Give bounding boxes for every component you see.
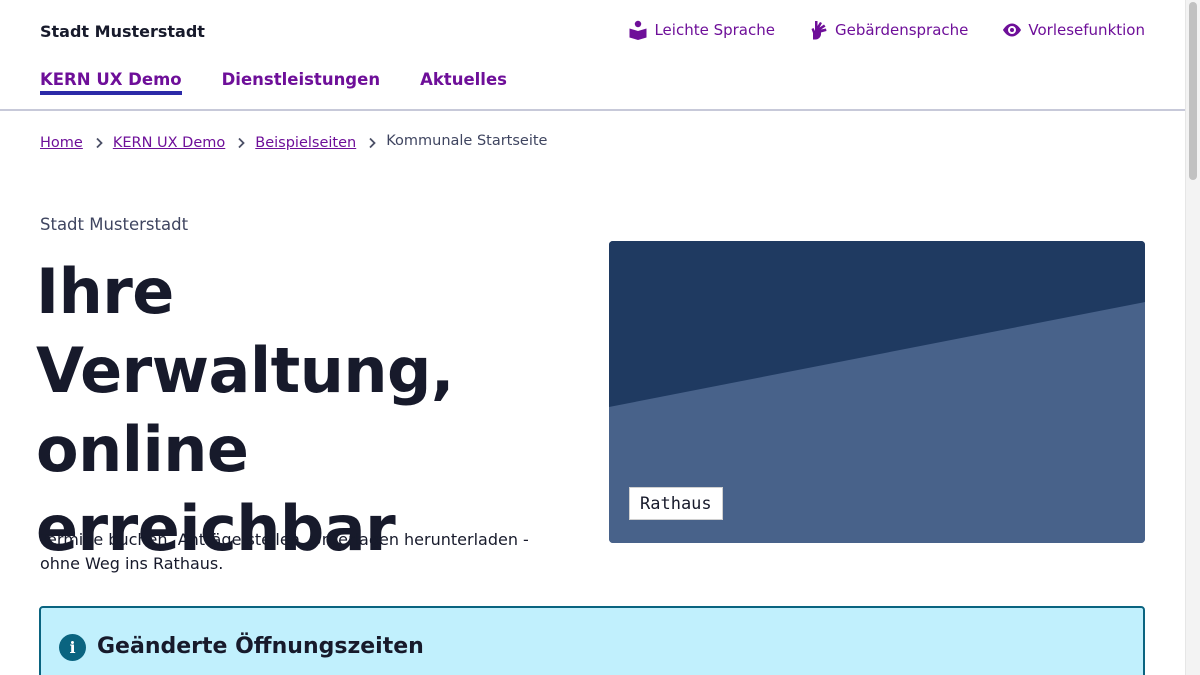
breadcrumb-link-kern-ux-demo[interactable]: KERN UX Demo [113,135,225,151]
page-title: Ihre Verwaltung, online erreichbar [36,255,454,565]
sign-language-icon [811,21,827,40]
easy-language-icon [629,20,647,40]
breadcrumb-current: Kommunale Startseite [386,133,548,149]
breadcrumb: Home KERN UX Demo Beispielseiten Kommuna… [40,133,548,151]
header-divider [0,109,1185,111]
hero-eyebrow: Stadt Musterstadt [40,215,189,234]
nav-item-aktuelles[interactable]: Aktuelles [420,70,507,95]
site-name[interactable]: Stadt Musterstadt [40,22,205,41]
read-aloud-label: Vorlesefunktion [1028,21,1145,39]
sign-language-label: Gebärdensprache [834,21,969,39]
breadcrumb-link-beispielseiten[interactable]: Beispielseiten [255,135,356,151]
nav-item-kern-ux-demo[interactable]: KERN UX Demo [40,70,182,95]
chevron-right-icon [235,137,247,149]
breadcrumb-link-home[interactable]: Home [40,135,83,151]
hero-description: Termine buchen, Anträge stellen, Unterla… [40,530,529,573]
scrollbar-thumb[interactable] [1189,2,1197,180]
info-icon: i [59,634,86,661]
image-caption: Rathaus [629,487,723,520]
easy-language-label: Leichte Sprache [654,21,775,39]
hero-image: Rathaus [609,241,1145,543]
chevron-right-icon [366,137,378,149]
scrollbar[interactable] [1185,0,1200,675]
eye-icon [1003,23,1022,37]
page: Stadt Musterstadt Leichte Sprache Gebärd… [0,0,1185,675]
info-notice: i Geänderte Öffnungszeiten [39,606,1145,675]
notice-title: Geänderte Öffnungszeiten [97,634,424,659]
main-navigation: KERN UX Demo Dienstleistungen Aktuelles [40,70,507,95]
chevron-right-icon [93,137,105,149]
read-aloud-link[interactable]: Vorlesefunktion [1002,20,1145,40]
easy-language-link[interactable]: Leichte Sprache [628,20,775,40]
nav-item-dienstleistungen[interactable]: Dienstleistungen [222,70,380,95]
accessibility-links: Leichte Sprache Gebärdensprache Vorlesef… [628,20,1145,40]
sign-language-link[interactable]: Gebärdensprache [809,20,968,40]
